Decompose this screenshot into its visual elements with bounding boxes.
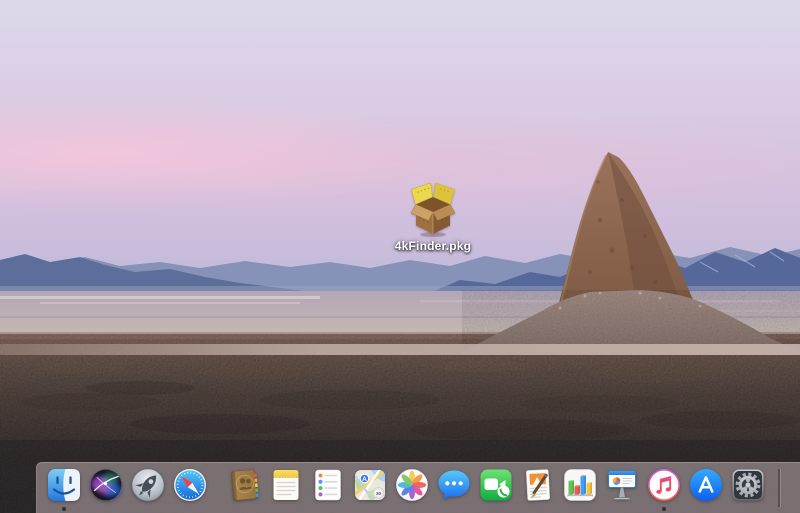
running-indicator — [62, 507, 66, 511]
dock-item-pages[interactable] — [520, 467, 556, 512]
dock-item-launchpad[interactable] — [130, 467, 166, 512]
siri-icon — [88, 467, 124, 503]
dock: A 30 — [36, 462, 800, 513]
desktop: 4kFinder.pkg A 30 — [0, 0, 800, 513]
dock-item-maps[interactable]: A 30 — [352, 467, 388, 512]
wallpaper — [0, 0, 800, 513]
dock-item-keynote[interactable] — [604, 467, 640, 512]
maps-icon: A 30 — [352, 467, 388, 503]
svg-text:30: 30 — [376, 491, 382, 497]
reminders-icon — [310, 467, 346, 503]
dock-item-safari[interactable] — [172, 467, 208, 512]
numbers-icon — [562, 467, 598, 503]
dock-item-system-preferences[interactable] — [730, 467, 766, 512]
itunes-icon — [646, 467, 682, 503]
launchpad-icon — [130, 467, 166, 503]
dock-divider[interactable] — [778, 469, 780, 507]
contacts-icon — [226, 467, 262, 503]
file-label: 4kFinder.pkg — [395, 239, 471, 253]
messages-icon — [436, 467, 472, 503]
pages-icon — [520, 467, 556, 503]
safari-icon — [172, 467, 208, 503]
desktop-file-4kfinder-pkg[interactable]: 4kFinder.pkg — [393, 180, 473, 253]
dock-item-messages[interactable] — [436, 467, 472, 512]
running-indicator — [662, 507, 666, 511]
dock-item-finder[interactable] — [46, 467, 82, 512]
dock-item-siri[interactable] — [88, 467, 124, 512]
dock-item-itunes[interactable] — [646, 467, 682, 512]
svg-text:A: A — [362, 476, 367, 483]
photos-icon — [394, 467, 430, 503]
dock-item-notes[interactable] — [268, 467, 304, 512]
notes-icon — [268, 467, 304, 503]
system-preferences-icon — [730, 467, 766, 503]
dock-item-reminders[interactable] — [310, 467, 346, 512]
dock-item-photos[interactable] — [394, 467, 430, 512]
finder-icon — [46, 467, 82, 503]
package-icon — [404, 180, 462, 238]
dock-icons: A 30 — [36, 462, 766, 512]
dock-item-facetime[interactable] — [478, 467, 514, 512]
dock-item-numbers[interactable] — [562, 467, 598, 512]
dock-item-appstore[interactable] — [688, 467, 724, 512]
appstore-icon — [688, 467, 724, 503]
dock-item-contacts[interactable] — [226, 467, 262, 512]
facetime-icon — [478, 467, 514, 503]
keynote-icon — [604, 467, 640, 503]
